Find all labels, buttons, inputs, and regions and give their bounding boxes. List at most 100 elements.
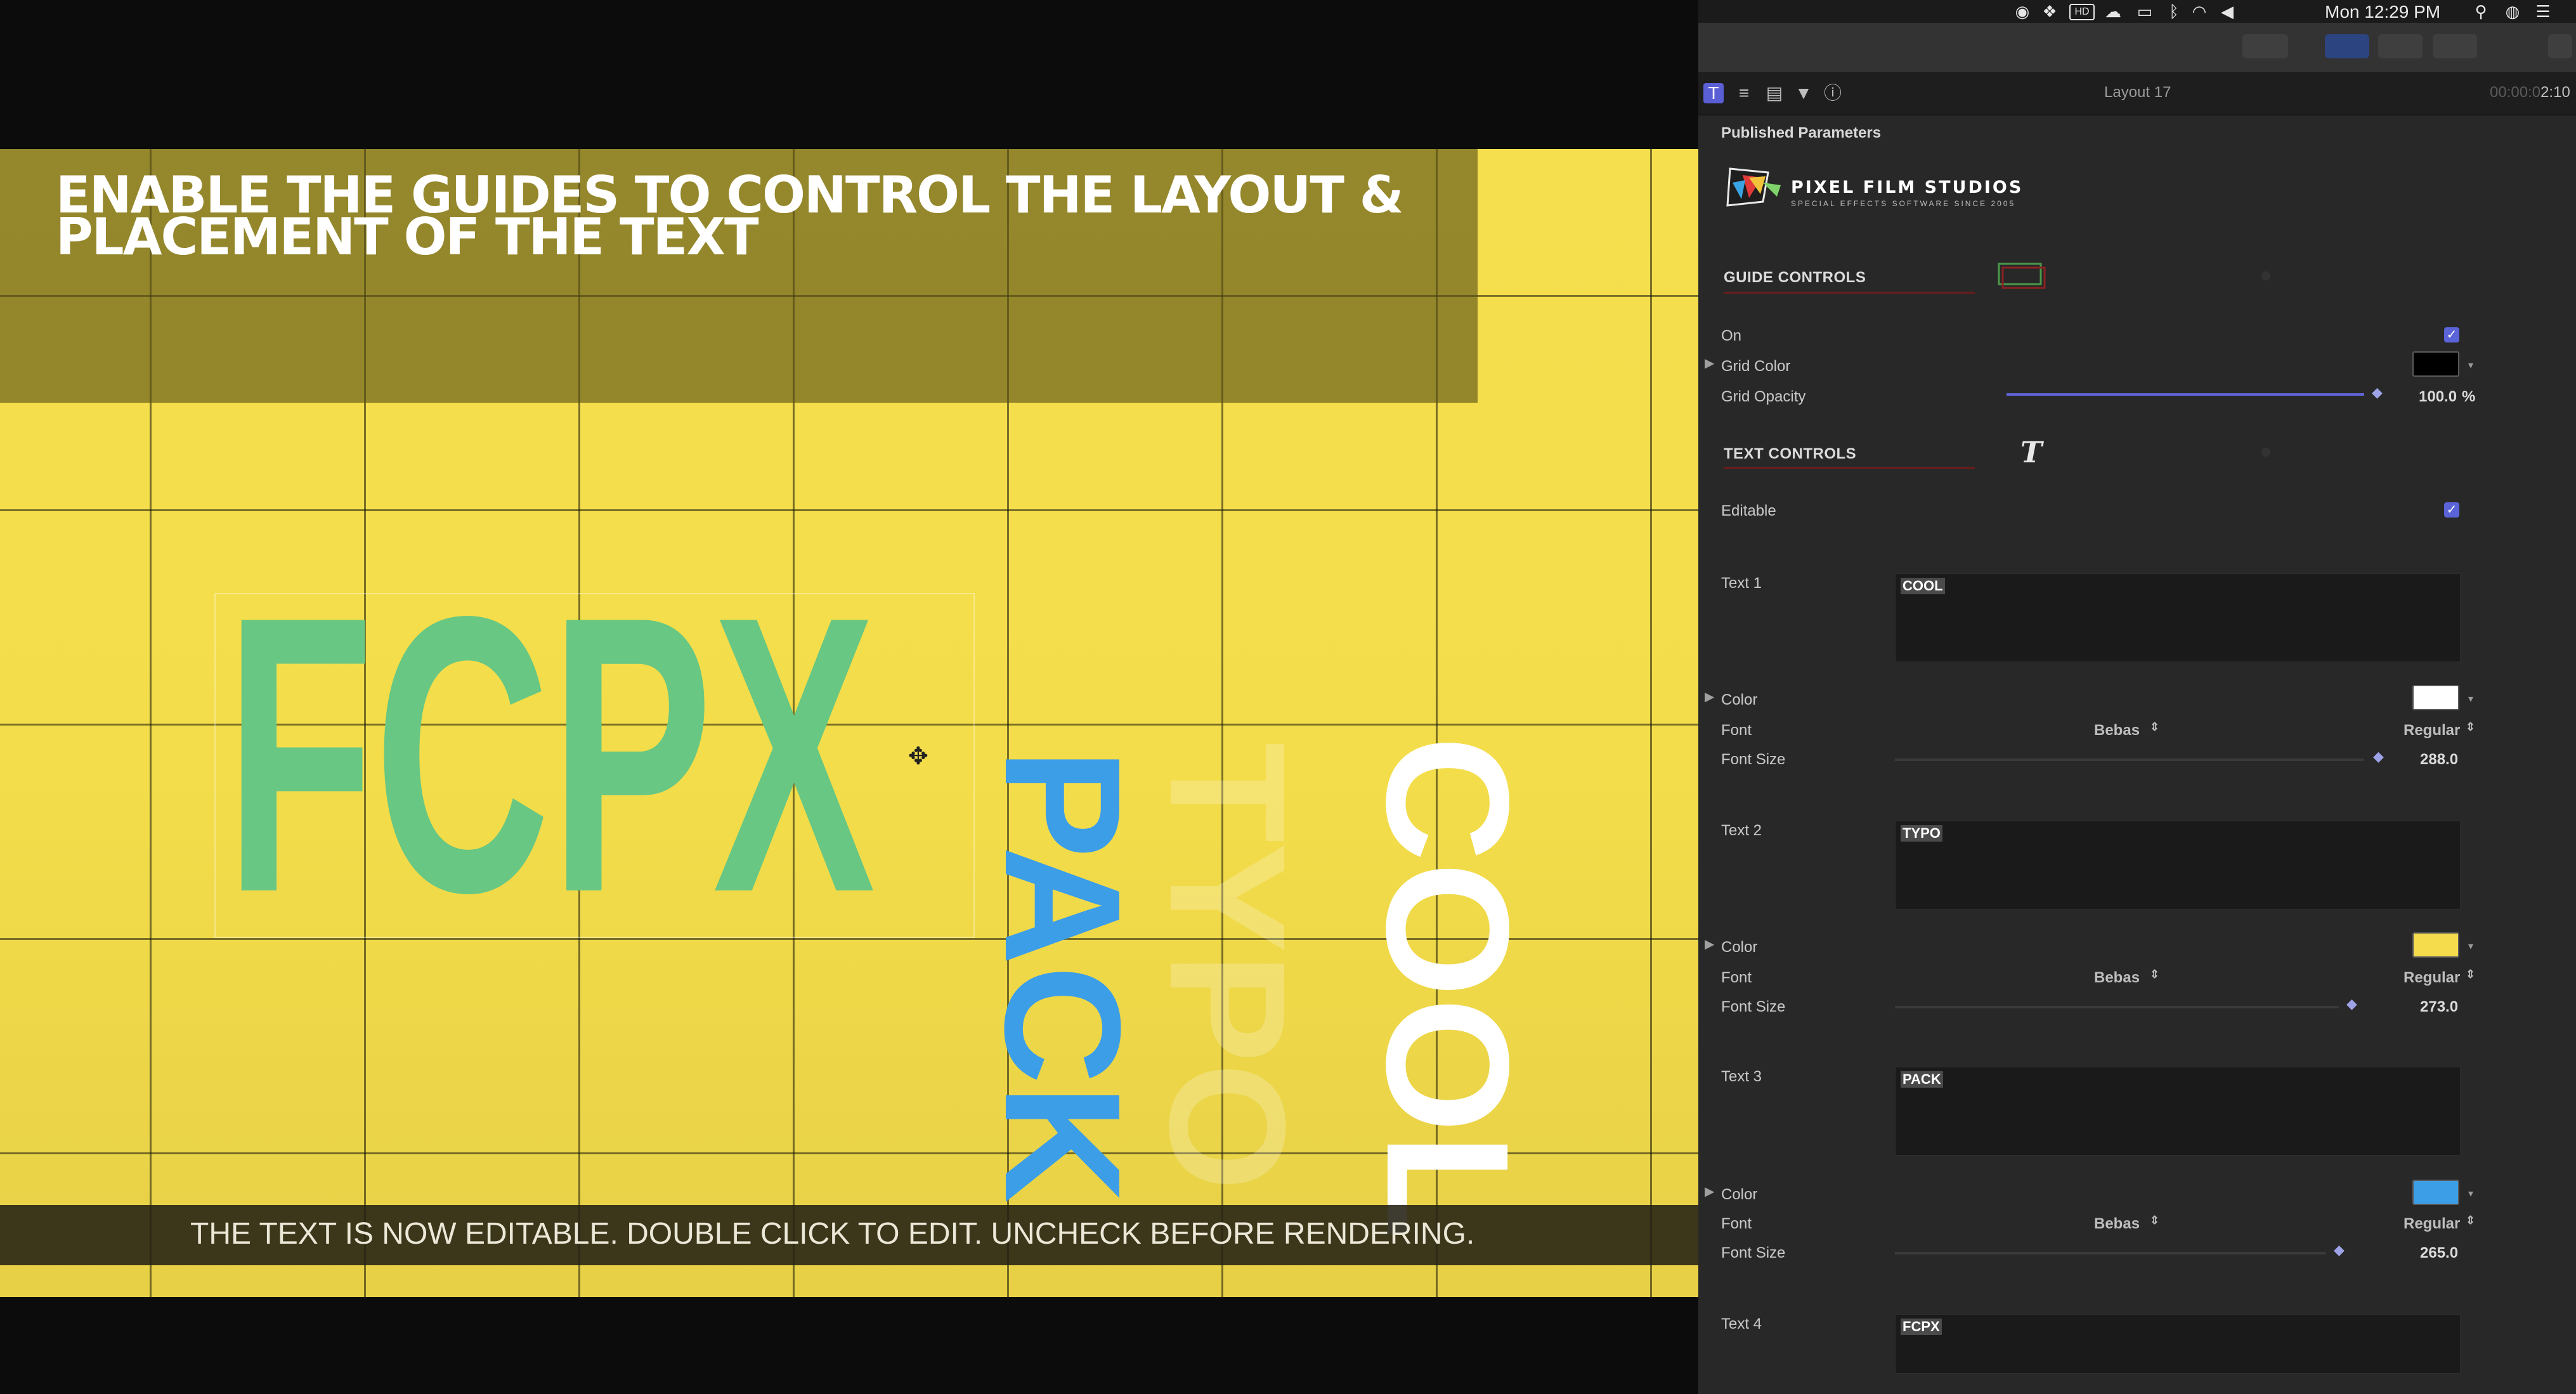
text-1-color-swatch[interactable] [2412, 685, 2459, 710]
text-inspector-tab-icon[interactable]: T [1703, 83, 1724, 103]
text-2-font-label: Font [1721, 969, 1752, 986]
popup-arrows-icon: ⇕ [2466, 1214, 2476, 1227]
text-controls-heading: TEXT CONTROLS [1724, 445, 1857, 462]
keyword-button[interactable] [2242, 34, 2288, 58]
timecode-bright: 2:10 [2540, 84, 2570, 101]
text-3-font-label: Font [1721, 1215, 1752, 1232]
viewer-canvas[interactable]: ENABLE THE GUIDES TO CONTROL THE LAYOUT … [0, 149, 1698, 1297]
dropbox-icon[interactable]: ❖ [2041, 3, 2059, 20]
text-1-size-label: Font Size [1721, 751, 1786, 768]
hd-icon[interactable]: HD [2069, 4, 2095, 20]
text-2-style-popup[interactable]: Regular [2404, 969, 2460, 987]
logo-tagline: SPECIAL EFFECTS SOFTWARE SINCE 2005 [1791, 199, 2016, 208]
text-1-size-value[interactable]: 288.0 [2420, 751, 2458, 769]
typo-text[interactable]: TYPO [1135, 742, 1319, 1191]
text-2-field[interactable]: TYPO [1895, 821, 2461, 909]
editable-checkbox[interactable]: ✓ [2444, 502, 2459, 518]
view-toggle-button-3[interactable] [2433, 34, 2477, 58]
text-1-size-slider[interactable] [1895, 759, 2364, 761]
text-3-font-popup[interactable]: Bebas [2094, 1215, 2140, 1233]
text-1-label: Text 1 [1721, 575, 1762, 592]
airplay-icon[interactable]: ▭ [2136, 3, 2154, 20]
text-1-field[interactable]: COOL [1895, 573, 2461, 662]
wifi-icon[interactable]: ◠ [2190, 3, 2208, 20]
grid-opacity-value[interactable]: 100.0 [2419, 388, 2457, 406]
text-4-field[interactable]: FCPX [1895, 1314, 2461, 1374]
text-2-color-swatch[interactable] [2412, 932, 2459, 958]
grid-color-swatch[interactable] [2412, 351, 2459, 377]
slider-thumb[interactable]: ◆ [2373, 748, 2384, 765]
popup-arrows-icon: ⇕ [2150, 1214, 2160, 1227]
volume-icon[interactable]: ◀ [2218, 3, 2236, 20]
section-divider [1724, 467, 1975, 469]
guides-on-checkbox[interactable]: ✓ [2444, 327, 2459, 342]
logo-name: PIXEL FILM STUDIOS [1791, 178, 2024, 197]
view-toggle-button-2[interactable] [2378, 34, 2423, 58]
text-3-size-slider[interactable] [1895, 1252, 2326, 1254]
guide-line [1650, 149, 1652, 1297]
text-3-style-popup[interactable]: Regular [2404, 1215, 2460, 1233]
text-2-size-slider[interactable] [1895, 1006, 2339, 1008]
chevron-down-icon[interactable]: ▾ [2468, 940, 2473, 953]
creative-cloud-icon[interactable]: ☁ [2104, 3, 2122, 20]
slider-thumb[interactable]: ◆ [2346, 996, 2357, 1012]
filter-inspector-tab-icon[interactable]: ▼ [1793, 83, 1814, 103]
text-3-value[interactable]: PACK [1901, 1071, 1943, 1088]
viewer-top-margin [0, 0, 1698, 149]
section-divider [1724, 292, 1975, 294]
text-1-style-popup[interactable]: Regular [2404, 722, 2460, 739]
fcpx-text[interactable]: FCPX [225, 558, 875, 951]
inspector-toolbar [1698, 23, 2576, 74]
menu-list-icon[interactable]: ☰ [2534, 3, 2552, 20]
siri-icon[interactable]: ◍ [2504, 3, 2521, 20]
guide-line [0, 509, 1698, 511]
text-2-size-value[interactable]: 273.0 [2420, 998, 2458, 1016]
text-1-color-label: Color [1721, 691, 1758, 708]
keyframe-dot[interactable] [2261, 271, 2270, 280]
slider-thumb[interactable]: ◆ [2334, 1242, 2345, 1258]
text-3-size-label: Font Size [1721, 1244, 1786, 1261]
text-1-value[interactable]: COOL [1901, 578, 1945, 594]
disclosure-triangle-icon[interactable]: ▶ [1705, 936, 1714, 952]
grid-opacity-unit: % [2462, 388, 2476, 405]
cursor-icon: ✥ [908, 743, 928, 770]
editable-label: Editable [1721, 502, 1776, 519]
film-inspector-tab-icon[interactable]: ▤ [1764, 83, 1785, 103]
text-3-field[interactable]: PACK [1895, 1067, 2461, 1156]
published-parameters-heading: Published Parameters [1721, 124, 1882, 141]
text-2-font-popup[interactable]: Bebas [2094, 969, 2140, 987]
chevron-down-icon[interactable]: ▾ [2468, 693, 2473, 705]
subtitle-band: THE TEXT IS NOW EDITABLE. DOUBLE CLICK T… [0, 1205, 1698, 1265]
share-button[interactable] [2548, 34, 2572, 58]
on-label: On [1721, 327, 1742, 344]
record-icon[interactable]: ◉ [2013, 3, 2031, 20]
grid-opacity-label: Grid Opacity [1721, 388, 1806, 405]
text-4-value[interactable]: FCPX [1901, 1319, 1942, 1335]
title-band: ENABLE THE GUIDES TO CONTROL THE LAYOUT … [0, 149, 1478, 403]
inspector-tabs: T ≡ ▤ ▼ ⓘ Layout 17 00:00:02:10 [1698, 74, 2576, 115]
disclosure-triangle-icon[interactable]: ▶ [1705, 1183, 1714, 1199]
timecode: 00:00:02:10 [2490, 84, 2570, 101]
bluetooth-icon[interactable]: ᛒ [2165, 3, 2183, 20]
info-inspector-tab-icon[interactable]: ⓘ [1823, 83, 1843, 103]
text-2-label: Text 2 [1721, 822, 1762, 839]
text-3-size-value[interactable]: 265.0 [2420, 1244, 2458, 1262]
view-toggle-button-1[interactable] [2325, 34, 2369, 58]
text-2-value[interactable]: TYPO [1901, 825, 1942, 842]
grid-opacity-slider[interactable] [2007, 393, 2364, 396]
text-1-font-label: Font [1721, 722, 1752, 739]
list-inspector-tab-icon[interactable]: ≡ [1734, 83, 1754, 103]
text-1-font-popup[interactable]: Bebas [2094, 722, 2140, 739]
chevron-down-icon[interactable]: ▾ [2468, 359, 2473, 372]
pack-text[interactable]: PACK [970, 748, 1154, 1203]
disclosure-triangle-icon[interactable]: ▶ [1705, 355, 1714, 371]
keyframe-dot[interactable] [2261, 448, 2270, 457]
disclosure-triangle-icon[interactable]: ▶ [1705, 689, 1714, 705]
chevron-down-icon[interactable]: ▾ [2468, 1187, 2473, 1200]
cool-text[interactable]: COOL [1350, 736, 1545, 1239]
popup-arrows-icon: ⇕ [2150, 968, 2160, 980]
search-icon[interactable]: ⚲ [2472, 3, 2490, 20]
menu-clock[interactable]: Mon 12:29 PM [2325, 2, 2440, 22]
slider-thumb[interactable]: ◆ [2372, 384, 2383, 401]
text-3-color-swatch[interactable] [2412, 1180, 2459, 1205]
